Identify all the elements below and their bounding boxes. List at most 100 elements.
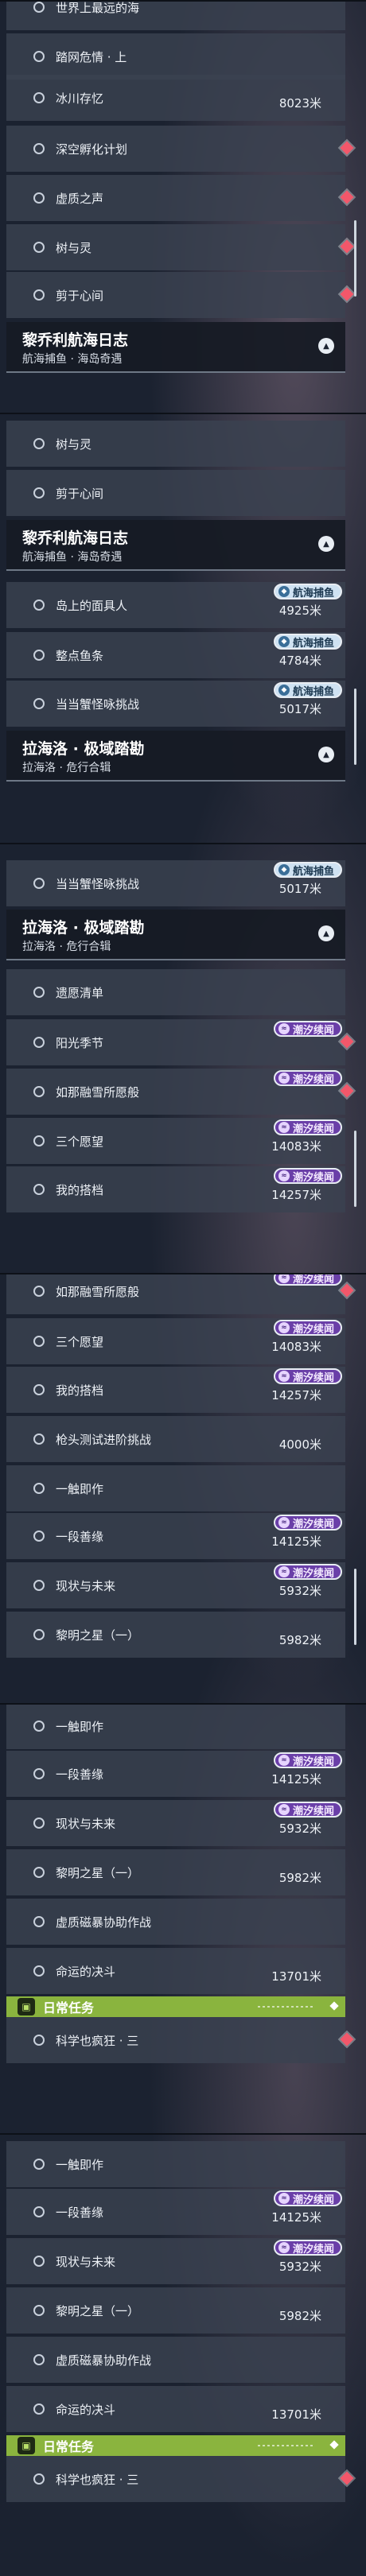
track-radio-button[interactable]: [33, 698, 45, 709]
track-radio-button[interactable]: [33, 1184, 45, 1195]
track-radio-button[interactable]: [33, 2354, 45, 2365]
quest-row[interactable]: 我的搭档 ≈ 潮汐续闻 14257米: [6, 1166, 345, 1212]
track-radio-button[interactable]: [33, 2305, 45, 2316]
new-quest-marker-icon: [340, 1283, 354, 1298]
track-radio-button[interactable]: [33, 1384, 45, 1395]
quest-row[interactable]: 黎明之星（一） 5982米: [6, 1849, 345, 1895]
quest-row[interactable]: 阳光季节 ≈ 潮汐续闻: [6, 1019, 354, 1065]
quest-row[interactable]: 黎明之星（一） 5982米: [6, 1612, 345, 1658]
track-radio-button[interactable]: [33, 2159, 45, 2170]
quest-row[interactable]: 现状与未来 ≈ 潮汐续闻 5932米: [6, 2238, 345, 2284]
list-scrollbar[interactable]: [354, 220, 356, 297]
track-radio-button[interactable]: [33, 143, 45, 154]
track-radio-button[interactable]: [33, 1629, 45, 1640]
quest-row[interactable]: 树与灵: [6, 224, 354, 270]
track-radio-button[interactable]: [33, 1286, 45, 1297]
quest-row[interactable]: 一触即作: [6, 2141, 345, 2187]
track-radio-button[interactable]: [33, 438, 45, 449]
list-scrollbar[interactable]: [354, 1569, 356, 1645]
track-radio-button[interactable]: [33, 2035, 45, 2046]
list-scrollbar[interactable]: [354, 689, 356, 765]
list-scrollbar[interactable]: [354, 1131, 356, 1207]
event-badge-tide-tales: ≈ 潮汐续闻: [273, 1368, 342, 1384]
quest-row[interactable]: 遗愿清单: [6, 969, 345, 1015]
quest-group-header[interactable]: 黎乔利航海日志 航海捕鱼 · 海岛奇遇 ▲: [6, 520, 345, 571]
track-radio-button[interactable]: [33, 51, 45, 62]
track-radio-button[interactable]: [33, 1483, 45, 1494]
quest-row[interactable]: 现状与未来 ≈ 潮汐续闻 5932米: [6, 1800, 345, 1846]
quest-row[interactable]: 深空孵化计划: [6, 126, 354, 172]
quest-row[interactable]: 枪头测试进阶挑战 4000米: [6, 1416, 345, 1462]
distance-readout: 5932米: [278, 2260, 321, 2274]
quest-row[interactable]: 我的搭档 ≈ 潮汐续闻 14257米: [6, 1367, 345, 1413]
quest-row[interactable]: 三个愿望 ≈ 潮汐续闻 14083米: [6, 1118, 345, 1164]
track-radio-button[interactable]: [33, 242, 45, 253]
quest-row[interactable]: 当当蟹怪咏挑战 ◆ 航海捕鱼 5017米: [6, 860, 345, 906]
track-radio-button[interactable]: [33, 1818, 45, 1829]
track-radio-button[interactable]: [33, 1916, 45, 1927]
track-radio-button[interactable]: [33, 2, 45, 13]
track-radio-button[interactable]: [33, 1580, 45, 1591]
track-radio-button[interactable]: [33, 289, 45, 301]
quest-row[interactable]: 科学也疯狂 · 三: [6, 2017, 354, 2063]
track-radio-button[interactable]: [33, 2256, 45, 2267]
distance-readout: 14125米: [271, 2210, 321, 2225]
track-radio-button[interactable]: [33, 599, 45, 611]
quest-row[interactable]: 一触即作: [6, 1705, 345, 1749]
quest-row[interactable]: 如那融雪所愿般 ≈ 潮汐续闻: [6, 1069, 354, 1115]
quest-row[interactable]: 世界上最远的海: [6, 2, 345, 30]
track-radio-button[interactable]: [33, 2473, 45, 2485]
track-radio-button[interactable]: [33, 192, 45, 204]
quest-row[interactable]: 一段善缘 ≈ 潮汐续闻 14125米: [6, 1513, 345, 1559]
quest-row[interactable]: 命运的决斗 13701米: [6, 1948, 345, 1994]
quest-row[interactable]: 一段善缘 ≈ 潮汐续闻 14125米: [6, 1751, 345, 1797]
quest-row[interactable]: 黎明之星（一） 5982米: [6, 2287, 345, 2334]
collapse-chevron-up-icon[interactable]: ▲: [318, 536, 334, 552]
quest-row[interactable]: 树与灵: [6, 421, 345, 467]
quest-group-header[interactable]: 黎乔利航海日志 航海捕鱼 · 海岛奇遇 ▲: [6, 322, 345, 373]
track-radio-button[interactable]: [33, 1721, 45, 1732]
track-radio-button[interactable]: [33, 2206, 45, 2217]
track-radio-button[interactable]: [33, 1336, 45, 1347]
track-radio-button[interactable]: [33, 1867, 45, 1878]
track-radio-button[interactable]: [33, 878, 45, 889]
collapse-chevron-up-icon[interactable]: ▲: [318, 747, 334, 762]
track-radio-button[interactable]: [33, 1433, 45, 1445]
daily-quests-header[interactable]: ▣ 日常任务: [6, 1996, 345, 2017]
quest-row[interactable]: 现状与未来 ≈ 潮汐续闻 5932米: [6, 1562, 345, 1608]
quest-name: 科学也疯狂 · 三: [56, 2472, 139, 2487]
track-radio-button[interactable]: [33, 1135, 45, 1146]
distance-readout: 14083米: [271, 1340, 321, 1354]
track-radio-button[interactable]: [33, 650, 45, 661]
quest-row[interactable]: 岛上的面具人 ◆ 航海捕鱼 4925米: [6, 582, 345, 628]
quest-row[interactable]: 剪于心间: [6, 272, 354, 318]
quest-row[interactable]: 三个愿望 ≈ 潮汐续闻 14083米: [6, 1318, 345, 1364]
quest-row[interactable]: 命运的决斗 13701米: [6, 2386, 345, 2432]
quest-group-header[interactable]: 拉海洛 · 极域踏勘 拉海洛 · 危行合辑 ▲: [6, 731, 345, 782]
track-radio-button[interactable]: [33, 1530, 45, 1542]
track-radio-button[interactable]: [33, 987, 45, 998]
quest-row[interactable]: 冰川存忆 8023米: [6, 75, 345, 121]
quest-row[interactable]: 虚质磁暴协助作战: [6, 2337, 345, 2383]
track-radio-button[interactable]: [33, 1037, 45, 1048]
track-radio-button[interactable]: [33, 92, 45, 103]
quest-row[interactable]: 当当蟹怪咏挑战 ◆ 航海捕鱼 5017米: [6, 681, 345, 727]
quest-row[interactable]: 如那融雪所愿般 ≈ 潮汐续闻: [6, 1274, 354, 1314]
quest-row[interactable]: 整点鱼条 ◆ 航海捕鱼 4784米: [6, 632, 345, 678]
quest-row[interactable]: 踏网危情 · 上: [6, 33, 345, 80]
track-radio-button[interactable]: [33, 487, 45, 499]
quest-group-header[interactable]: 拉海洛 · 极域踏勘 拉海洛 · 危行合辑 ▲: [6, 910, 345, 960]
collapse-chevron-up-icon[interactable]: ▲: [318, 338, 334, 354]
quest-row[interactable]: 一触即作: [6, 1465, 345, 1511]
quest-row[interactable]: 虚质之声: [6, 175, 354, 221]
track-radio-button[interactable]: [33, 2403, 45, 2415]
track-radio-button[interactable]: [33, 1768, 45, 1779]
quest-row[interactable]: 一段善缘 ≈ 潮汐续闻 14125米: [6, 2189, 345, 2235]
daily-quests-header[interactable]: ▣ 日常任务: [6, 2435, 345, 2456]
collapse-chevron-up-icon[interactable]: ▲: [318, 925, 334, 941]
quest-row[interactable]: 科学也疯狂 · 三: [6, 2456, 354, 2502]
track-radio-button[interactable]: [33, 1086, 45, 1097]
track-radio-button[interactable]: [33, 1965, 45, 1977]
quest-row[interactable]: 虚质磁暴协助作战: [6, 1899, 345, 1945]
quest-row[interactable]: 剪于心间: [6, 470, 345, 516]
